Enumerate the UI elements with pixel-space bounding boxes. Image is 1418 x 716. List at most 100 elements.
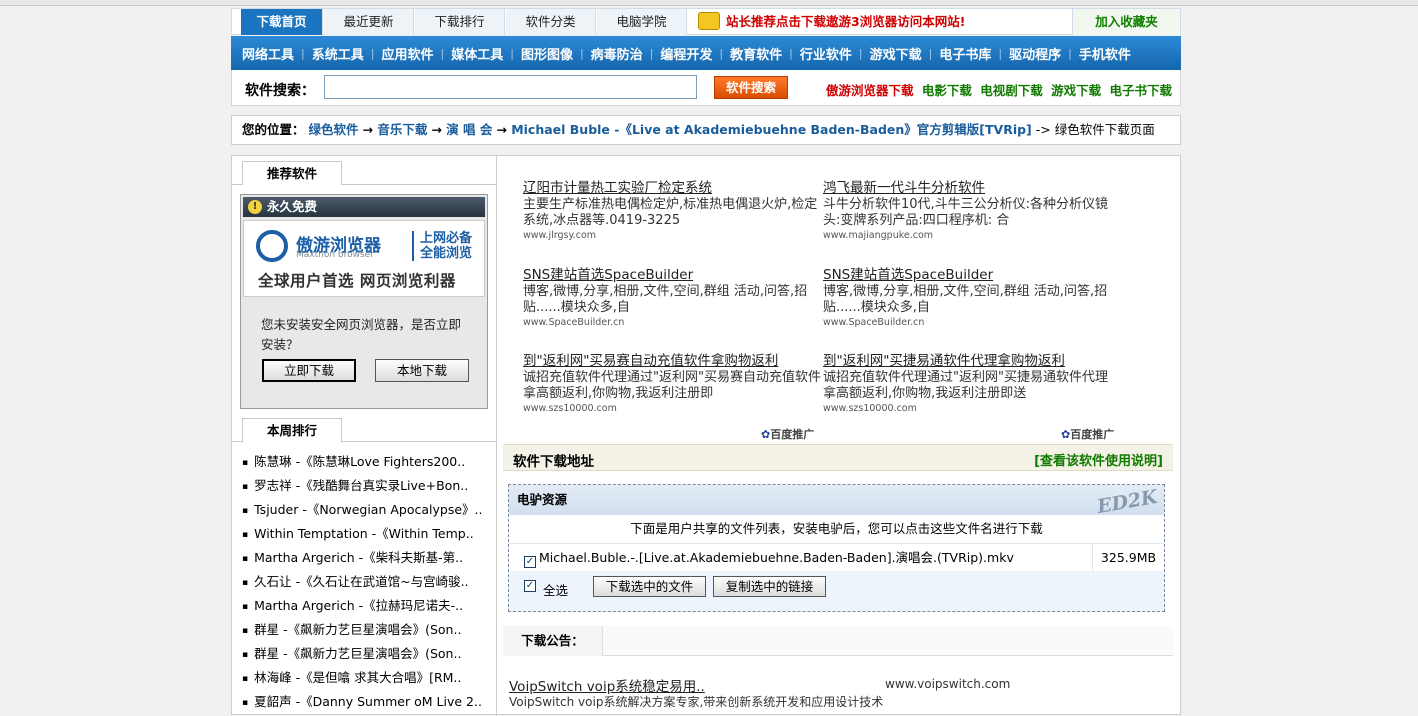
- breadcrumb-suffix: -> 绿色软件下载页面: [1035, 122, 1155, 137]
- breadcrumb-green-software[interactable]: 绿色软件: [309, 122, 359, 137]
- promo-header: ! 永久免费: [243, 197, 485, 217]
- list-item[interactable]: Tsjuder -《Norwegian Apocalypse》..: [242, 498, 492, 522]
- cat-industry[interactable]: 行业软件: [793, 44, 859, 63]
- cat-games[interactable]: 游戏下载: [863, 44, 929, 63]
- add-favorite-link[interactable]: 加入收藏夹: [1072, 9, 1180, 35]
- bottom-ad-desc: VoipSwitch voip系统解决方案专家,带来创新系统开发和应用设计技术: [509, 695, 884, 709]
- quick-link-ebooks[interactable]: 电子书下载: [1110, 83, 1173, 98]
- ad-desc: 主要生产标准热电偶检定炉,标准热电偶退火炉,检定系统,冰点器等.0419-322…: [523, 197, 818, 228]
- tab-ranking[interactable]: 下载排行: [415, 9, 505, 35]
- ad-title[interactable]: 辽阳市计量热工实验厂检定系统: [523, 180, 823, 197]
- select-all-checkbox[interactable]: ✓: [524, 580, 536, 592]
- quick-links: 傲游浏览器下载 电影下载 电视剧下载 游戏下载 电子书下载: [826, 80, 1176, 99]
- promo-banner[interactable]: 傲游浏览器 Maxthon browser 上网必备 全能浏览 全球用户首选 网…: [243, 220, 485, 297]
- baidu-label-text: 百度推广: [770, 428, 815, 441]
- quick-link-movies[interactable]: 电影下载: [922, 83, 972, 98]
- list-item[interactable]: 群星 -《飙新力艺巨星演唱会》(Son..: [242, 618, 492, 642]
- ad-item[interactable]: 鸿飞最新一代斗牛分析软件 斗牛分析软件10代,斗牛三公分析仪:各种分析仪镜头:变…: [823, 180, 1123, 242]
- cat-network[interactable]: 网络工具: [235, 44, 301, 63]
- promo-message: 您未安装安全网页浏览器，是否立即安装？: [261, 317, 462, 352]
- cat-programming[interactable]: 编程开发: [653, 44, 719, 63]
- file-name-link[interactable]: Michael.Buble.-.[Live.at.Akademiebuehne.…: [539, 550, 1014, 565]
- list-item[interactable]: 久石让 -《久石让在武道馆~与宫崎骏..: [242, 570, 492, 594]
- ed2k-resource-box: 电驴资源 ED2K 下面是用户共享的文件列表，安装电驴后，您可以点击这些文件名进…: [508, 484, 1165, 612]
- ad-title[interactable]: 鸿飞最新一代斗牛分析软件: [823, 180, 1123, 197]
- cat-education[interactable]: 教育软件: [723, 44, 789, 63]
- bottom-ad-title[interactable]: VoipSwitch voip系统稳定易用..: [509, 675, 705, 695]
- list-item[interactable]: 夏韶声 -《Danny Summer oM Live 2..: [242, 690, 492, 714]
- ad-desc: 诚招充值软件代理通过"返利网"买捷易通软件代理 拿高额返利,你购物,我返利注册即…: [823, 370, 1108, 401]
- ad-item[interactable]: 到"返利网"买易赛自动充值软件拿购物返利 诚招充值软件代理通过"返利网"买易赛自…: [523, 353, 823, 415]
- list-item[interactable]: Within Temptation -《Within Temp..: [242, 522, 492, 546]
- browser-promo: ! 永久免费 傲游浏览器 Maxthon browser 上网必备 全能浏览 全…: [240, 194, 488, 409]
- list-item[interactable]: 林海峰 -《是但噏 求其大合唱》[RM..: [242, 666, 492, 690]
- baidu-promo-label[interactable]: ✿百度推广: [761, 426, 814, 442]
- search-label: 软件搜索：: [245, 83, 315, 99]
- file-size: 325.9MB: [1092, 544, 1164, 572]
- search-bar: 软件搜索： 软件搜索 傲游浏览器下载 电影下载 电视剧下载 游戏下载 电子书下载: [231, 70, 1181, 106]
- download-now-button[interactable]: 立即下载: [262, 359, 356, 382]
- list-item[interactable]: Martha Argerich -《拉赫玛尼诺夫-..: [242, 594, 492, 618]
- baidu-label-text: 百度推广: [1070, 428, 1115, 441]
- baidu-paw-icon: ✿: [761, 428, 771, 441]
- selection-row: ✓ 全选 下载选中的文件 复制选中的链接: [509, 571, 1164, 601]
- file-checkbox[interactable]: ✓: [524, 556, 536, 568]
- cat-graphics[interactable]: 图形图像: [514, 44, 580, 63]
- list-item[interactable]: 陈慧琳 -《陈慧琳Love Fighters200..: [242, 450, 492, 474]
- list-item[interactable]: Martha Argerich -《柴科夫斯基-第..: [242, 546, 492, 570]
- breadcrumb-concert[interactable]: 演 唱 会: [446, 122, 492, 137]
- tab-weekly-ranking[interactable]: 本周排行: [242, 418, 342, 442]
- search-button[interactable]: 软件搜索: [714, 76, 788, 99]
- ad-url: www.jlrgsy.com: [523, 230, 597, 241]
- ad-title[interactable]: SNS建站首选SpaceBuilder: [823, 267, 1123, 284]
- notice-tab[interactable]: 下载公告：: [503, 626, 603, 656]
- quick-link-games[interactable]: 游戏下载: [1051, 83, 1101, 98]
- quick-link-maxthon[interactable]: 傲游浏览器下载: [826, 83, 914, 98]
- tab-category[interactable]: 软件分类: [506, 9, 596, 35]
- ed2k-header: 电驴资源 ED2K: [509, 485, 1164, 518]
- usage-guide-link[interactable]: [查看该软件使用说明]: [1034, 450, 1163, 469]
- ad-desc: 博客,微博,分享,相册,文件,空间,群组 活动,问答,招贴......模块众多,…: [823, 284, 1108, 315]
- list-item[interactable]: 群星 -《飙新力艺巨星演唱会》(Son..: [242, 642, 492, 666]
- list-item[interactable]: 罗志祥 -《残酷舞台真实录Live+Bon..: [242, 474, 492, 498]
- tab-latest[interactable]: 最近更新: [324, 9, 414, 35]
- cat-drivers[interactable]: 驱动程序: [1002, 44, 1068, 63]
- ad-item[interactable]: SNS建站首选SpaceBuilder 博客,微博,分享,相册,文件,空间,群组…: [523, 267, 823, 329]
- ad-desc: 斗牛分析软件10代,斗牛三公分析仪:各种分析仪镜头:变牌系列产品:四口程序机: …: [823, 197, 1109, 228]
- download-header: 软件下载地址 [查看该软件使用说明]: [503, 444, 1173, 471]
- local-download-button[interactable]: 本地下载: [375, 359, 469, 382]
- cat-system[interactable]: 系统工具: [305, 44, 371, 63]
- ad-title[interactable]: 到"返利网"买易赛自动充值软件拿购物返利: [523, 353, 823, 370]
- info-icon: !: [248, 200, 262, 214]
- ad-url: www.majiangpuke.com: [823, 230, 934, 241]
- ad-item[interactable]: 到"返利网"买捷易通软件代理拿购物返利 诚招充值软件代理通过"返利网"买捷易通软…: [823, 353, 1123, 415]
- search-input[interactable]: [324, 75, 697, 99]
- promo-brand-sub: Maxthon browser: [296, 250, 374, 260]
- breadcrumb-arrow: →: [362, 122, 378, 137]
- copy-selected-button[interactable]: 复制选中的链接: [713, 576, 826, 597]
- tab-academy[interactable]: 电脑学院: [597, 9, 687, 35]
- baidu-paw-icon: ✿: [1061, 428, 1071, 441]
- cat-ebooks[interactable]: 电子书库: [932, 44, 998, 63]
- baidu-promo-label[interactable]: ✿百度推广: [1061, 426, 1114, 442]
- bottom-ad-url: www.voipswitch.com: [885, 677, 1011, 691]
- cat-application[interactable]: 应用软件: [374, 44, 440, 63]
- cat-mobile[interactable]: 手机软件: [1072, 44, 1138, 63]
- ad-url: www.SpaceBuilder.cn: [823, 317, 925, 328]
- cat-antivirus[interactable]: 病毒防治: [584, 44, 650, 63]
- tab-recommended[interactable]: 推荐软件: [242, 161, 342, 185]
- download-title: 软件下载地址: [513, 454, 594, 470]
- cat-media[interactable]: 媒体工具: [444, 44, 510, 63]
- breadcrumb-current[interactable]: Michael Buble -《Live at Akademiebuehne B…: [511, 122, 1032, 137]
- tab-home[interactable]: 下载首页: [241, 9, 323, 35]
- ad-title[interactable]: 到"返利网"买捷易通软件代理拿购物返利: [823, 353, 1123, 370]
- ad-item[interactable]: SNS建站首选SpaceBuilder 博客,微博,分享,相册,文件,空间,群组…: [823, 267, 1123, 329]
- ad-item[interactable]: 辽阳市计量热工实验厂检定系统 主要生产标准热电偶检定炉,标准热电偶退火炉,检定系…: [523, 180, 823, 242]
- quick-link-tv[interactable]: 电视剧下载: [980, 83, 1043, 98]
- ad-title[interactable]: SNS建站首选SpaceBuilder: [523, 267, 823, 284]
- top-nav: 下载首页 最近更新 下载排行 软件分类 电脑学院 站长推荐点击下载遨游3浏览器访…: [231, 8, 1181, 35]
- announcement[interactable]: 站长推荐点击下载遨游3浏览器访问本网站!: [696, 9, 965, 35]
- breadcrumb-music[interactable]: 音乐下载: [377, 122, 427, 137]
- download-selected-button[interactable]: 下载选中的文件: [593, 576, 706, 597]
- weekly-ranking-list: 陈慧琳 -《陈慧琳Love Fighters200.. 罗志祥 -《残酷舞台真实…: [242, 450, 492, 714]
